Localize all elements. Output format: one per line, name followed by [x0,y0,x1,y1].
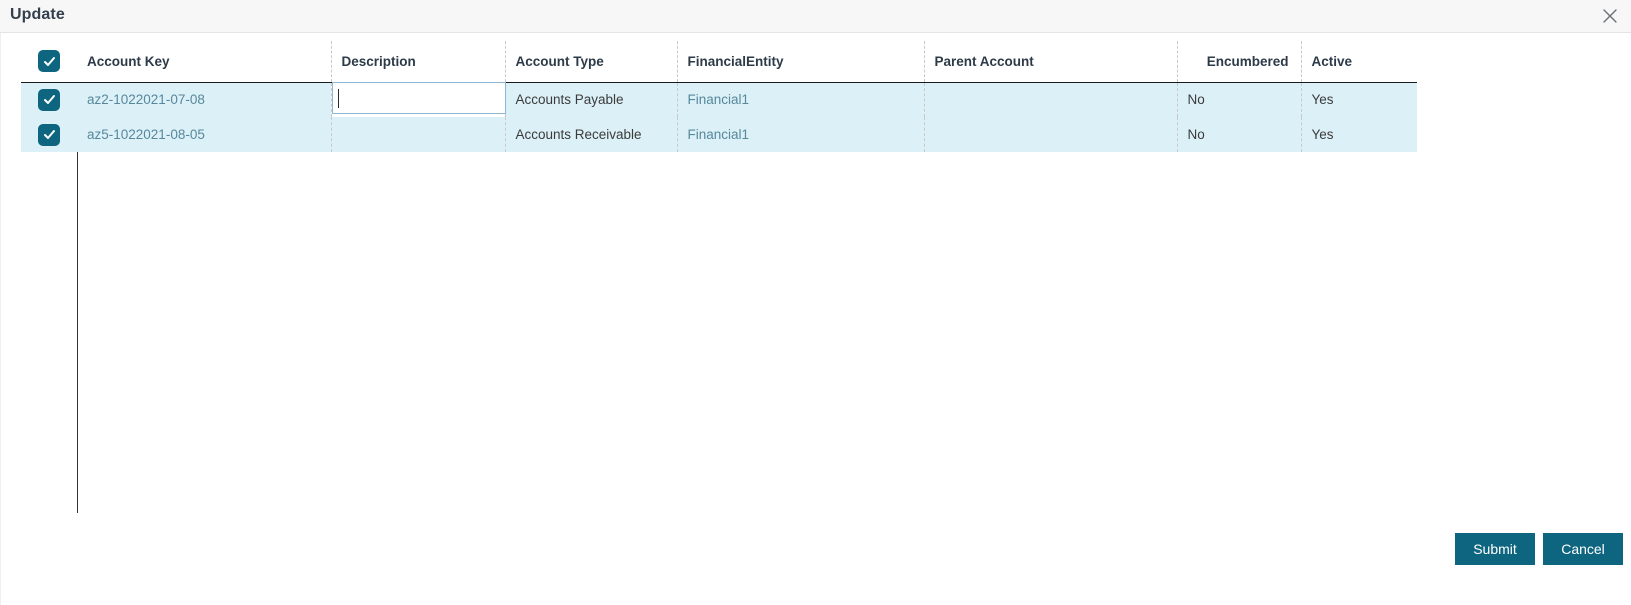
cell-encumbered: No [1176,82,1301,117]
active-value: Yes [1311,127,1334,142]
cancel-button[interactable]: Cancel [1543,533,1623,565]
column-header-active[interactable]: Active [1300,41,1417,83]
header-select-all-cell [21,41,77,83]
column-header-description[interactable]: Description [330,41,505,83]
account-type-value: Accounts Receivable [515,127,642,142]
row-checkbox[interactable] [38,123,60,146]
column-header-financial-entity[interactable]: FinancialEntity [676,41,924,83]
column-header-financial-entity-label: FinancialEntity [687,53,784,69]
account-key-link[interactable]: az2-1022021-07-08 [87,92,205,107]
cell-description[interactable] [330,81,506,117]
active-value: Yes [1311,92,1334,108]
dialog-title: Update [10,6,65,23]
accounts-grid: Account Key Description Account Type Fin… [21,41,1417,152]
financial-entity-link[interactable]: Financial1 [688,127,750,142]
encumbered-value: No [1187,92,1205,108]
cell-parent-account [923,117,1177,152]
dialog-footer: Submit Cancel [1455,533,1623,565]
accounts-table: Account Key Description Account Type Fin… [21,41,1417,152]
column-header-description-label: Description [341,53,416,69]
text-caret [337,88,339,108]
encumbered-value: No [1187,127,1205,142]
column-header-encumbered-label: Encumbered [1206,53,1289,69]
column-header-account-type[interactable]: Account Type [504,41,677,83]
row-select-cell [21,117,77,152]
cell-account-type: Accounts Receivable [504,117,677,152]
submit-button[interactable]: Submit [1455,533,1535,565]
account-key-link[interactable]: az5-1022021-08-05 [87,127,205,142]
column-header-parent-account-label: Parent Account [934,53,1034,69]
cell-parent-account [923,82,1177,117]
column-header-account-key[interactable]: Account Key [77,41,331,83]
cell-financial-entity[interactable]: Financial1 [676,82,924,117]
cell-active: Yes [1300,82,1417,117]
table-row[interactable]: az5-1022021-08-05 Accounts Receivable Fi… [21,117,1417,152]
description-input[interactable] [332,82,505,113]
column-header-encumbered[interactable]: Encumbered [1176,41,1301,83]
row-select-cell [21,82,77,117]
description-editor[interactable] [331,81,506,114]
cell-encumbered: No [1176,117,1301,152]
column-header-account-type-label: Account Type [515,53,604,69]
cell-account-type: Accounts Payable [504,82,677,117]
table-header: Account Key Description Account Type Fin… [21,41,1417,83]
column-header-active-label: Active [1311,53,1353,69]
cell-financial-entity[interactable]: Financial1 [676,117,924,152]
table-header-row: Account Key Description Account Type Fin… [21,41,1417,83]
column-header-parent-account[interactable]: Parent Account [923,41,1177,83]
dialog-body: Account Key Description Account Type Fin… [0,33,1631,605]
dialog-titlebar: Update [0,0,1631,33]
select-all-checkbox[interactable] [38,50,60,73]
cell-account-key[interactable]: az5-1022021-08-05 [77,117,331,152]
cell-active: Yes [1300,117,1417,152]
table-body: az2-1022021-07-08 Accounts Payable Finan… [21,81,1417,152]
cell-description[interactable] [330,117,505,152]
column-header-account-key-label: Account Key [87,53,170,69]
table-row[interactable]: az2-1022021-07-08 Accounts Payable Finan… [21,81,1417,117]
account-type-value: Accounts Payable [515,92,624,108]
row-checkbox[interactable] [38,88,60,111]
financial-entity-link[interactable]: Financial1 [688,92,750,107]
cell-account-key[interactable]: az2-1022021-07-08 [77,82,331,117]
close-icon[interactable] [1599,5,1621,27]
